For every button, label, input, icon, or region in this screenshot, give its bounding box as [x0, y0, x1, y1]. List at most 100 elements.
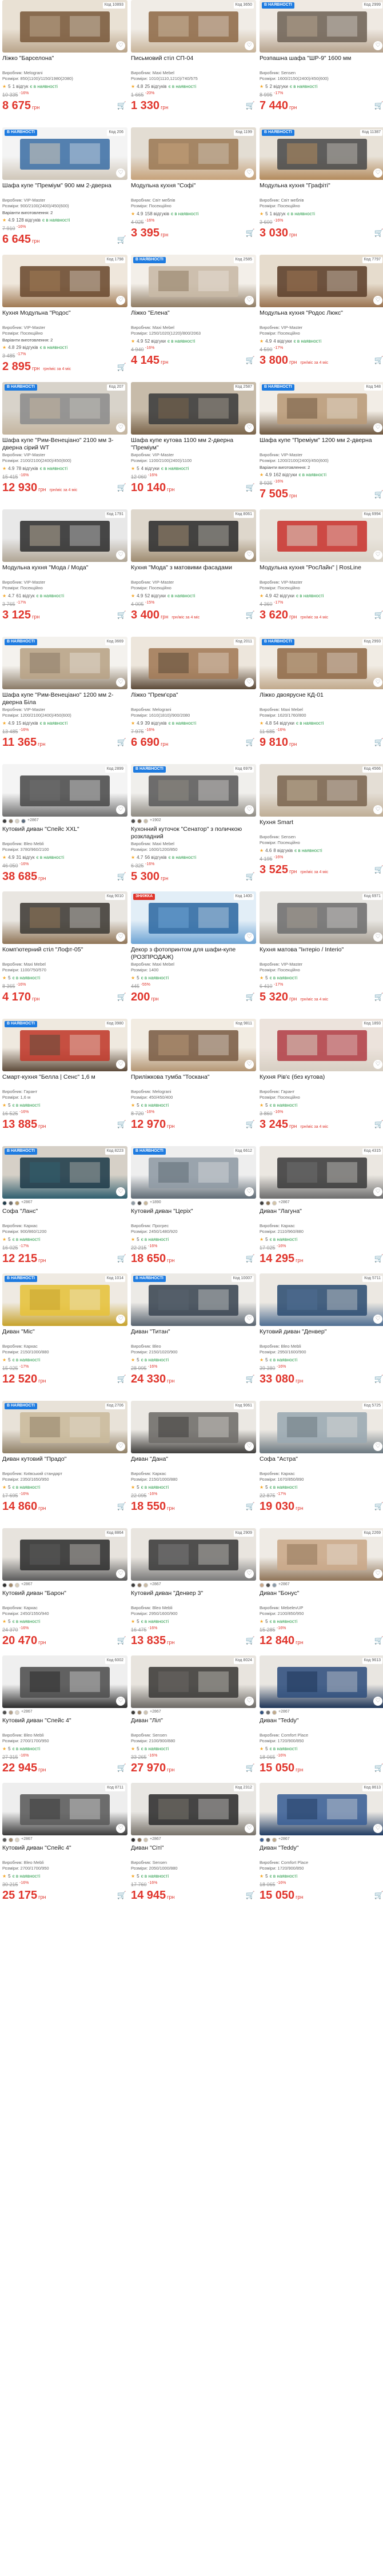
color-swatch[interactable]: [260, 1200, 264, 1205]
cart-icon[interactable]: 🛒: [373, 1253, 383, 1264]
product-image[interactable]: Код 9613 ♡: [260, 1655, 383, 1708]
credit-terms[interactable]: грн/міс за 4 міс: [43, 367, 71, 371]
cart-icon[interactable]: 🛒: [116, 234, 127, 246]
more-colors[interactable]: +2867: [21, 1582, 33, 1588]
color-swatch[interactable]: [260, 1582, 264, 1588]
product-image[interactable]: В НАЯВНОСТІ Код 11387 ♡: [260, 127, 383, 180]
more-colors[interactable]: +2867: [150, 1710, 161, 1715]
product-image[interactable]: Код 1199 ♡: [131, 127, 256, 180]
product-card[interactable]: Код 6994 ♡ Модульна кухня "РосЛайн" | Ro…: [260, 509, 383, 637]
cart-icon[interactable]: 🛒: [116, 1501, 127, 1512]
favorite-heart-icon[interactable]: ♡: [116, 805, 125, 814]
reviews-count[interactable]: 2 відгуки: [270, 84, 288, 90]
favorite-heart-icon[interactable]: ♡: [373, 423, 382, 432]
product-image[interactable]: Код 8613 ♡: [260, 1783, 383, 1835]
credit-terms[interactable]: грн/міс за 4 міс: [300, 998, 328, 1002]
cart-icon[interactable]: 🛒: [245, 737, 256, 748]
product-card[interactable]: В НАЯВНОСТІ Код 2585 ♡ Ліжко "Еленa" Вир…: [131, 255, 256, 382]
product-card[interactable]: Код 6971 ♡ Кухня матова "Інтеріо / Inter…: [260, 891, 383, 1019]
product-name[interactable]: Ліжко "Прем'єра": [131, 692, 256, 707]
reviews-count[interactable]: 4 відгуки: [141, 466, 159, 472]
product-name[interactable]: Кухня матова "Інтеріо / Interio": [260, 946, 383, 962]
product-image[interactable]: В НАЯВНОСТІ Код 2999 ♡: [260, 0, 383, 53]
cart-icon[interactable]: 🛒: [373, 991, 383, 1003]
cart-icon[interactable]: 🛒: [245, 1501, 256, 1512]
color-swatch[interactable]: [9, 818, 13, 823]
product-name[interactable]: Кутовий диван "Церіх": [131, 1208, 256, 1223]
favorite-heart-icon[interactable]: ♡: [373, 1442, 382, 1451]
color-swatches[interactable]: +2867: [2, 818, 127, 823]
favorite-heart-icon[interactable]: ♡: [245, 933, 254, 942]
cart-icon[interactable]: 🛒: [245, 482, 256, 493]
product-card[interactable]: Код 9061 ♡ Диван "Дана" Виробник: Каркас…: [131, 1401, 256, 1528]
reviews-count[interactable]: 42 відгуки: [273, 593, 294, 599]
reviews-count[interactable]: 52 відгуки: [145, 593, 166, 599]
favorite-heart-icon[interactable]: ♡: [373, 805, 382, 814]
product-name[interactable]: Комп'ютерний стіл "Лофт-05": [2, 946, 127, 962]
color-swatch[interactable]: [266, 1582, 270, 1588]
credit-terms[interactable]: грн/міс за 4 міс: [300, 616, 328, 620]
product-card[interactable]: Код 1798 ♡ Кухня Модульна "Родос" Виробн…: [2, 255, 127, 382]
product-image[interactable]: В НАЯВНОСТІ Код 6612 ♡: [131, 1146, 256, 1199]
reviews-count[interactable]: 158 відгуків: [145, 211, 169, 217]
variants-count[interactable]: Варіанти виготовлення: 2: [260, 465, 383, 470]
product-name[interactable]: Кутовий диван "Спейс 4": [2, 1844, 127, 1860]
more-colors[interactable]: +2867: [278, 1200, 290, 1205]
reviews-count[interactable]: 1 відгук: [270, 211, 286, 217]
color-swatch[interactable]: [143, 1200, 148, 1205]
product-image[interactable]: В НАЯВНОСТІ Код 10007 ♡: [131, 1273, 256, 1326]
product-name[interactable]: Модульна кухня "Родос Люкс": [260, 310, 383, 325]
cart-icon[interactable]: 🛒: [245, 991, 256, 1003]
cart-icon[interactable]: 🛒: [245, 1762, 256, 1774]
favorite-heart-icon[interactable]: ♡: [373, 1569, 382, 1578]
product-name[interactable]: Диван "Бонус": [260, 1590, 383, 1605]
reviews-count[interactable]: 56 відгуків: [145, 855, 166, 861]
favorite-heart-icon[interactable]: ♡: [245, 1697, 254, 1706]
product-card[interactable]: Код 8613 ♡ +2867 Диван "Teddy" Виробник:…: [260, 1783, 383, 1910]
product-card[interactable]: Код 10893 ♡ Ліжко "Барселона" Виробник: …: [2, 0, 127, 127]
favorite-heart-icon[interactable]: ♡: [373, 1060, 382, 1069]
product-card[interactable]: Код 9613 ♡ +2867 Диван "Teddy" Виробник:…: [260, 1655, 383, 1783]
product-image[interactable]: В НАЯВНОСТІ Код 2585 ♡: [131, 255, 256, 307]
favorite-heart-icon[interactable]: ♡: [116, 1824, 125, 1833]
color-swatches[interactable]: +2867: [2, 1837, 127, 1842]
product-card[interactable]: В НАЯВНОСТІ Код 2993 ♡ Ліжко двоярусне К…: [260, 637, 383, 764]
favorite-heart-icon[interactable]: ♡: [373, 1697, 382, 1706]
product-image[interactable]: Код 10893 ♡: [2, 0, 127, 53]
credit-terms[interactable]: грн/міс за 4 міс: [171, 616, 200, 620]
product-card[interactable]: В НАЯВНОСТІ Код 8223 ♡ +2867 Софа "Ланс"…: [2, 1146, 127, 1273]
product-name[interactable]: Шафа купе "Рим-Венеціано" 1200 мм 2-двер…: [2, 692, 127, 707]
product-name[interactable]: Шафа купе кутова 1100 мм 2-дверна "Премі…: [131, 437, 256, 452]
reviews-count[interactable]: 29 відгуків: [16, 345, 38, 351]
favorite-heart-icon[interactable]: ♡: [245, 1060, 254, 1069]
color-swatch[interactable]: [143, 1837, 148, 1842]
credit-terms[interactable]: грн/міс за 4 міс: [300, 1125, 328, 1129]
product-name[interactable]: Кухня Рів'є (без кутова): [260, 1074, 383, 1089]
product-name[interactable]: Шафа купе "Рим-Венеціано" 2100 мм 3-двер…: [2, 437, 127, 452]
color-swatch[interactable]: [15, 818, 19, 823]
cart-icon[interactable]: 🛒: [116, 1762, 127, 1774]
cart-icon[interactable]: 🛒: [116, 361, 127, 373]
product-name[interactable]: Ліжко "Барселона": [2, 55, 127, 70]
product-card[interactable]: Код 1199 ♡ Модульна кухня "Софі" Виробни…: [131, 127, 256, 255]
color-swatch[interactable]: [131, 1710, 135, 1715]
product-card[interactable]: В НАЯВНОСТІ Код 207 ♡ Шафа купе "Рим-Вен…: [2, 382, 127, 509]
product-image[interactable]: Код 5711 ♡: [260, 1273, 383, 1326]
reviews-count[interactable]: 1 відгук: [13, 84, 29, 90]
product-name[interactable]: Диван "Teddy": [260, 1717, 383, 1733]
product-card[interactable]: Код 3650 ♡ Письмовий стіл СП-04 Виробник…: [131, 0, 256, 127]
product-name[interactable]: Кухонний куточок "Сенатор" з поличкою ро…: [131, 826, 256, 841]
reviews-count[interactable]: 25 відгуків: [145, 84, 166, 90]
more-colors[interactable]: +2867: [278, 1837, 290, 1842]
product-card[interactable]: Код 2909 ♡ +2867 Кутовий диван "Денвер 3…: [131, 1528, 256, 1655]
favorite-heart-icon[interactable]: ♡: [116, 296, 125, 305]
favorite-heart-icon[interactable]: ♡: [116, 41, 125, 50]
product-name[interactable]: Диван "Сіті": [131, 1844, 256, 1860]
product-image[interactable]: Код 2909 ♡: [131, 1528, 256, 1581]
favorite-heart-icon[interactable]: ♡: [245, 678, 254, 687]
product-card[interactable]: В НАЯВНОСТІ Код 1014 ♡ Диван "Міс" Вироб…: [2, 1273, 127, 1401]
cart-icon[interactable]: 🛒: [116, 737, 127, 748]
reviews-count[interactable]: 162 відгуки: [273, 472, 297, 478]
product-card[interactable]: Код 4315 ♡ +2867 Диван "Лагуна" Виробник…: [260, 1146, 383, 1273]
cart-icon[interactable]: 🛒: [245, 100, 256, 111]
